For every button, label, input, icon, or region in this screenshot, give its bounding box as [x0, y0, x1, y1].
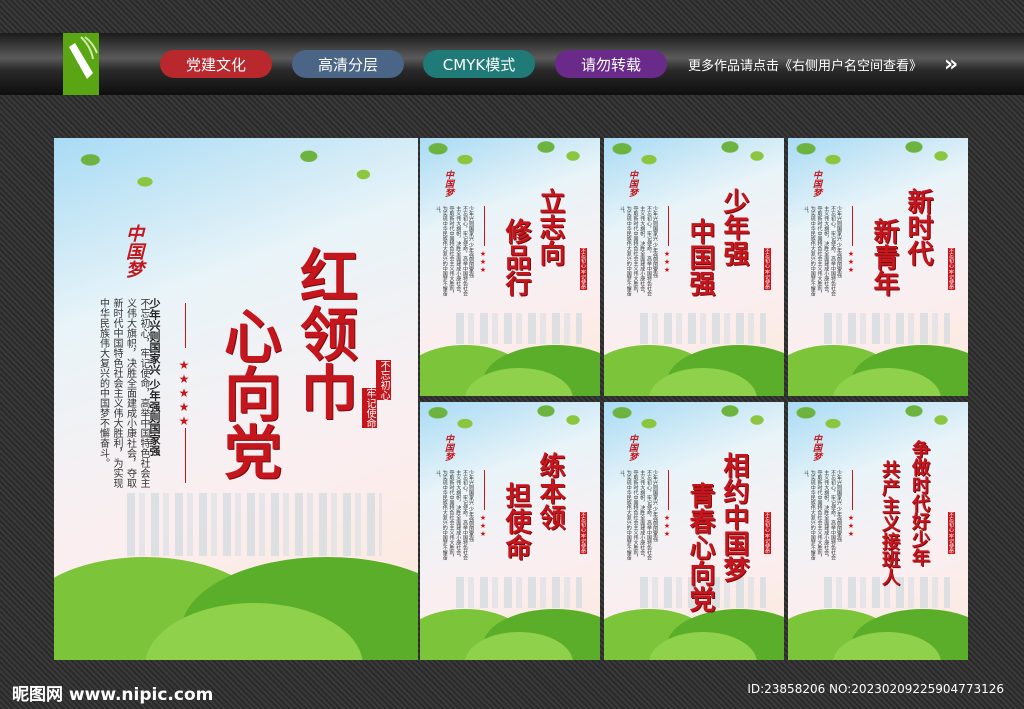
- leaves-decoration: [420, 138, 600, 175]
- slogan: 不忘初心 牢记使命: [948, 248, 955, 290]
- green-hills: [420, 603, 600, 660]
- china-dream-logo: 中国梦: [443, 170, 453, 197]
- body-text: 不忘初心，牢记使命，高举中国特色社会主义伟大旗帜，决胜全面建成小康社会，夺取新时…: [435, 470, 468, 560]
- title-right: 相约中国梦: [719, 452, 749, 582]
- small-poster: 中国梦 不忘初心，牢记使命，高举中国特色社会主义伟大旗帜，决胜全面建成小康社会，…: [788, 402, 968, 660]
- body-text: 不忘初心，牢记使命，高举中国特色社会主义伟大旗帜，决胜全面建成小康社会，夺取新时…: [97, 298, 150, 488]
- small-poster: 中国梦 不忘初心，牢记使命，高举中国特色社会主义伟大旗帜，决胜全面建成小康社会，…: [788, 138, 968, 396]
- subtitle: 少年兴则国家兴 少年强则国家强: [468, 470, 474, 542]
- stars-icon: ★★★★★: [177, 358, 191, 428]
- title-right: 练本领: [535, 452, 565, 530]
- china-dream-logo: 中国梦: [627, 434, 637, 461]
- tag-button[interactable]: 党建文化: [160, 50, 272, 78]
- slogan-b: 牢记使命: [362, 388, 377, 428]
- stars-icon: ★★★: [663, 250, 671, 274]
- main-poster: 中国梦 红领巾 心向党 少年兴则国家兴 少年强则国家强 不忘初心，牢记使命，高举…: [54, 138, 418, 660]
- title-left: 担使命: [501, 482, 531, 560]
- title-right: 立志向: [535, 188, 565, 266]
- title-left: 心向党: [214, 306, 282, 480]
- title-left: 青春心向党: [685, 482, 715, 612]
- china-dream-logo: 中国梦: [627, 170, 637, 197]
- leaves-decoration: [604, 138, 784, 175]
- title-right: 新时代: [903, 188, 933, 266]
- green-hills: [420, 339, 600, 396]
- tag-button[interactable]: 高清分层: [292, 50, 404, 78]
- tag-button[interactable]: 请勿转载: [555, 50, 667, 78]
- body-text: 不忘初心，牢记使命，高举中国特色社会主义伟大旗帜，决胜全面建成小康社会，夺取新时…: [619, 206, 652, 296]
- china-dream-logo: 中国梦: [443, 434, 453, 461]
- body-text: 不忘初心，牢记使命，高举中国特色社会主义伟大旗帜，决胜全面建成小康社会，夺取新时…: [803, 206, 836, 296]
- watermark: 昵图网 www.nipic.com: [12, 685, 214, 705]
- body-text: 不忘初心，牢记使命，高举中国特色社会主义伟大旗帜，决胜全面建成小康社会，夺取新时…: [803, 470, 836, 560]
- china-dream-logo: 中国梦: [811, 170, 821, 197]
- leaves-decoration: [604, 402, 784, 439]
- leaves-decoration: [54, 138, 418, 212]
- stars-icon: ★★★: [479, 514, 487, 538]
- leaves-decoration: [788, 402, 968, 439]
- slogan: 不忘初心 牢记使命: [948, 512, 955, 554]
- tag-button[interactable]: CMYK模式: [423, 50, 535, 78]
- stars-icon: ★★★: [847, 250, 855, 274]
- china-dream-logo: 中国梦: [811, 434, 821, 461]
- green-hills: [54, 545, 418, 660]
- double-arrow-icon[interactable]: »: [944, 52, 959, 77]
- app-logo-icon: [63, 33, 99, 95]
- stars-icon: ★★★: [479, 250, 487, 274]
- image-id: ID:23858206 NO:20230209225904773126: [747, 682, 1004, 696]
- green-hills: [604, 339, 784, 396]
- body-text: 不忘初心，牢记使命，高举中国特色社会主义伟大旗帜，决胜全面建成小康社会，夺取新时…: [619, 470, 652, 560]
- subtitle: 少年兴则国家兴 少年强则国家强: [836, 470, 842, 542]
- more-works-link[interactable]: 更多作品请点击《右侧用户名空间查看》: [688, 55, 922, 74]
- title-left: 新青年: [869, 218, 899, 296]
- small-poster: 中国梦 不忘初心，牢记使命，高举中国特色社会主义伟大旗帜，决胜全面建成小康社会，…: [604, 138, 784, 396]
- title-left: 修品行: [501, 218, 531, 296]
- subtitle: 少年兴则国家兴 少年强则国家强: [836, 206, 842, 278]
- body-text: 不忘初心，牢记使命，高举中国特色社会主义伟大旗帜，决胜全面建成小康社会，夺取新时…: [435, 206, 468, 296]
- leaves-decoration: [788, 138, 968, 175]
- china-dream-logo: 中国梦: [123, 224, 144, 278]
- green-hills: [788, 603, 968, 660]
- title-right: 红领巾: [290, 246, 358, 420]
- subtitle: 少年兴则国家兴 少年强则国家强: [468, 206, 474, 278]
- subtitle: 少年兴则国家兴 少年强则国家强: [652, 206, 658, 278]
- title-left: 中国强: [685, 218, 715, 296]
- title-right: 争做时代好少年: [909, 440, 930, 566]
- subtitle: 少年兴则国家兴 少年强则国家强: [652, 470, 658, 542]
- title-left: 共产主义接班人: [879, 460, 900, 586]
- title-right: 少年强: [719, 188, 749, 266]
- small-poster: 中国梦 不忘初心，牢记使命，高举中国特色社会主义伟大旗帜，决胜全面建成小康社会，…: [420, 138, 600, 396]
- slogan: 不忘初心 牢记使命: [580, 512, 587, 554]
- slogan: 不忘初心 牢记使命: [580, 248, 587, 290]
- slogan: 不忘初心 牢记使命: [764, 512, 771, 554]
- slogan: 不忘初心 牢记使命: [764, 248, 771, 290]
- stars-icon: ★★★: [663, 514, 671, 538]
- small-poster: 中国梦 不忘初心，牢记使命，高举中国特色社会主义伟大旗帜，决胜全面建成小康社会，…: [420, 402, 600, 660]
- stars-icon: ★★★: [847, 514, 855, 538]
- slogan-a: 不忘初心: [376, 360, 391, 400]
- small-poster: 中国梦 不忘初心，牢记使命，高举中国特色社会主义伟大旗帜，决胜全面建成小康社会，…: [604, 402, 784, 660]
- green-hills: [788, 339, 968, 396]
- leaves-decoration: [420, 402, 600, 439]
